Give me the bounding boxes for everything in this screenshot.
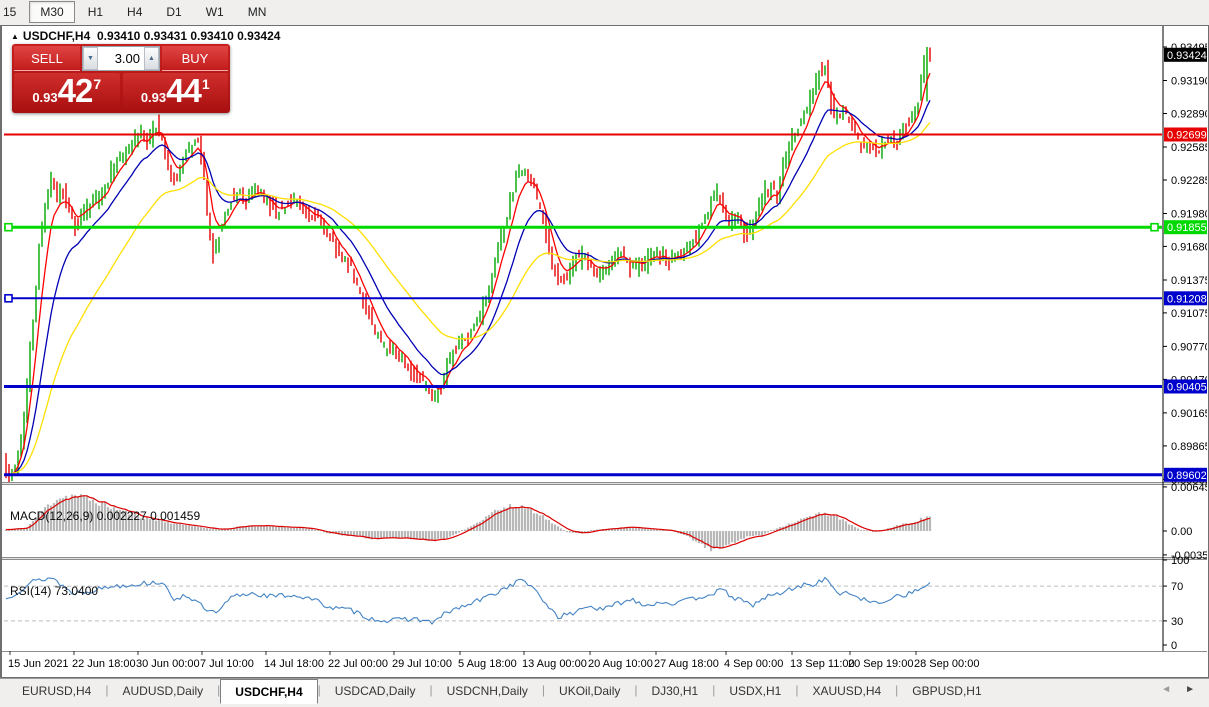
timeframe-button-h1[interactable]: H1 (77, 1, 114, 23)
timeframe-button-w1[interactable]: W1 (195, 1, 235, 23)
sell-price-display[interactable]: 0.93427 (14, 73, 120, 111)
rsi-indicator-label: RSI(14) 73.0400 (10, 584, 98, 598)
time-axis: 15 Jun 202122 Jun 18:0030 Jun 00:007 Jul… (8, 651, 979, 670)
sell-button[interactable]: SELL (14, 46, 80, 71)
tab-scroll-controls: ◄► (1161, 679, 1209, 695)
svg-text:29 Jul 10:00: 29 Jul 10:00 (392, 658, 452, 670)
svg-text:7 Jul 10:00: 7 Jul 10:00 (200, 658, 254, 670)
buy-price-display[interactable]: 0.93441 (123, 73, 229, 111)
chart-tab-usdx[interactable]: USDX,H1 (715, 680, 795, 702)
volume-decrease-button[interactable]: ▼ (83, 47, 98, 70)
svg-text:0.91075: 0.91075 (1171, 308, 1207, 320)
svg-text:0.93190: 0.93190 (1171, 76, 1207, 88)
buy-price-prefix: 0.93 (141, 90, 166, 105)
chart-ohlc-values: 0.93410 0.93431 0.93410 0.93424 (97, 29, 281, 43)
svg-text:30 Jun 00:00: 30 Jun 00:00 (136, 658, 200, 670)
chart-tab-xauusd[interactable]: XAUUSD,H4 (798, 680, 895, 702)
chart-tabs-bar: EURUSD,H4|AUDUSD,Daily|USDCHF,H4|USDCAD,… (0, 678, 1209, 707)
svg-text:13 Aug 00:00: 13 Aug 00:00 (522, 658, 587, 670)
chart-window: 0.934950.931900.928900.925850.922850.919… (0, 25, 1209, 678)
trading-terminal-window: 15M30H1H4D1W1MN 0.934950.931900.928900.9… (0, 0, 1209, 707)
svg-text:0.89602: 0.89602 (1167, 470, 1207, 482)
svg-text:0.91680: 0.91680 (1171, 241, 1207, 253)
buy-button[interactable]: BUY (162, 46, 228, 71)
svg-text:0.91375: 0.91375 (1171, 275, 1207, 287)
timeframe-button-m30[interactable]: M30 (29, 1, 74, 23)
chart-tab-dj30[interactable]: DJ30,H1 (638, 680, 713, 702)
svg-text:14 Jul 18:00: 14 Jul 18:00 (264, 658, 324, 670)
svg-text:100: 100 (1171, 555, 1189, 567)
svg-text:0.89865: 0.89865 (1171, 441, 1207, 453)
svg-text:0: 0 (1171, 640, 1177, 652)
tab-scroll-left-icon[interactable]: ◄ (1161, 684, 1171, 695)
timeframe-button-15[interactable]: 15 (0, 1, 27, 23)
volume-increase-button[interactable]: ▲ (144, 47, 159, 70)
tab-scroll-right-icon[interactable]: ► (1185, 684, 1195, 695)
svg-text:70: 70 (1171, 581, 1183, 593)
chart-tab-usdcnh[interactable]: USDCNH,Daily (433, 680, 542, 702)
buy-price-big: 44 (166, 74, 201, 108)
svg-text:5 Aug 18:00: 5 Aug 18:00 (458, 658, 517, 670)
svg-text:0.92699: 0.92699 (1167, 130, 1207, 142)
svg-text:20 Aug 10:00: 20 Aug 10:00 (588, 658, 653, 670)
svg-text:0.92585: 0.92585 (1171, 142, 1207, 154)
svg-text:20 Sep 19:00: 20 Sep 19:00 (848, 658, 913, 670)
chart-tab-usdcad[interactable]: USDCAD,Daily (321, 680, 430, 702)
macd-indicator-label: MACD(12,26,9) 0.002227 0.001459 (10, 509, 200, 523)
collapse-triangle-icon[interactable]: ▲ (11, 32, 19, 41)
rsi-line (6, 578, 930, 625)
sell-price-big: 42 (58, 74, 93, 108)
svg-text:28 Sep 00:00: 28 Sep 00:00 (914, 658, 979, 670)
chart-tab-ukoil[interactable]: UKOil,Daily (545, 680, 634, 702)
svg-text:0.92890: 0.92890 (1171, 109, 1207, 121)
buy-price-pip: 1 (202, 76, 210, 92)
chart-canvas[interactable]: 0.934950.931900.928900.925850.922850.919… (2, 26, 1207, 676)
timeframe-button-mn[interactable]: MN (237, 1, 278, 23)
svg-text:0.006451: 0.006451 (1171, 482, 1207, 494)
svg-text:0.91208: 0.91208 (1167, 293, 1207, 305)
sell-price-pip: 7 (93, 76, 101, 92)
chart-tab-eurusd[interactable]: EURUSD,H4 (8, 680, 105, 702)
svg-text:0.93424: 0.93424 (1167, 50, 1207, 62)
volume-stepper: ▼ ▲ (82, 46, 160, 71)
svg-text:22 Jun 18:00: 22 Jun 18:00 (72, 658, 136, 670)
svg-text:0.90165: 0.90165 (1171, 408, 1207, 420)
svg-text:22 Jul 00:00: 22 Jul 00:00 (328, 658, 388, 670)
svg-text:0.90770: 0.90770 (1171, 341, 1207, 353)
svg-text:0.91855: 0.91855 (1167, 222, 1207, 234)
svg-text:0.00: 0.00 (1171, 526, 1192, 538)
one-click-trade-panel: SELL ▼ ▲ BUY 0.93427 0.93441 (12, 44, 230, 113)
svg-text:30: 30 (1171, 616, 1183, 628)
chart-tab-audusd[interactable]: AUDUSD,Daily (108, 680, 217, 702)
chart-tab-gbpusd[interactable]: GBPUSD,H1 (898, 680, 995, 702)
timeframe-button-h4[interactable]: H4 (116, 1, 153, 23)
svg-text:0.90405: 0.90405 (1167, 382, 1207, 394)
svg-text:27 Aug 18:00: 27 Aug 18:00 (654, 658, 719, 670)
sell-price-prefix: 0.93 (32, 90, 57, 105)
volume-input[interactable] (98, 47, 144, 70)
svg-text:15 Jun 2021: 15 Jun 2021 (8, 658, 69, 670)
chart-symbol: USDCHF,H4 (23, 29, 90, 43)
svg-text:0.91980: 0.91980 (1171, 209, 1207, 221)
svg-text:0.92285: 0.92285 (1171, 175, 1207, 187)
chart-tab-usdchf[interactable]: USDCHF,H4 (220, 679, 317, 704)
timeframe-toolbar: 15M30H1H4D1W1MN (0, 0, 1209, 25)
svg-text:13 Sep 11:00: 13 Sep 11:00 (790, 658, 855, 670)
timeframe-button-d1[interactable]: D1 (155, 1, 192, 23)
svg-text:4 Sep 00:00: 4 Sep 00:00 (724, 658, 783, 670)
chart-title: ▲ USDCHF,H4 0.93410 0.93431 0.93410 0.934… (11, 29, 280, 43)
